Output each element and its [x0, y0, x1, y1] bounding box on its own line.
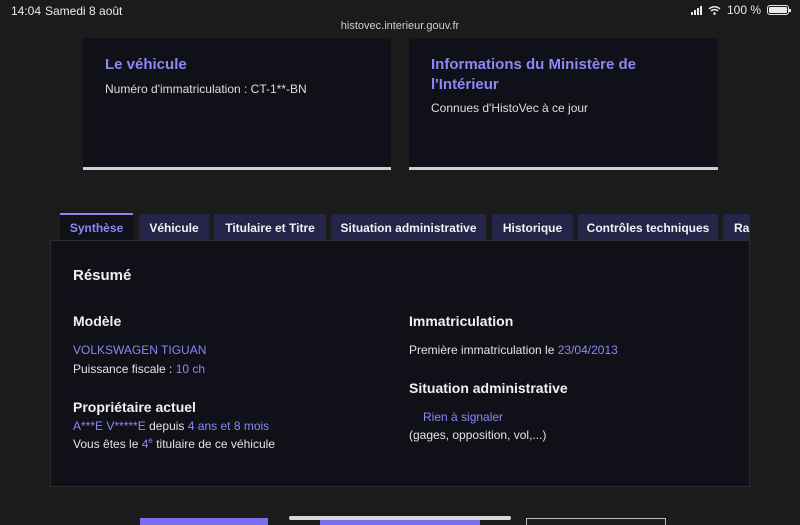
tab-titulaire-titre[interactable]: Titulaire et Titre — [214, 214, 326, 241]
cellular-signal-icon — [690, 5, 702, 15]
vehicle-card-plate: Numéro d'immatriculation : CT-1**-BN — [105, 82, 307, 96]
wifi-icon — [708, 6, 721, 15]
owner-rank-prefix: Vous êtes le — [73, 437, 139, 451]
owner-heading: Propriétaire actuel — [73, 399, 196, 415]
owner-rank-suffix: titulaire de ce véhicule — [156, 437, 275, 451]
tab-historique[interactable]: Historique — [492, 214, 573, 241]
tab-situation-administrative[interactable]: Situation administrative — [331, 214, 486, 241]
vehicle-card: Le véhicule Numéro d'immatriculation : C… — [83, 38, 391, 170]
home-indicator[interactable] — [289, 516, 511, 520]
admin-detail: (gages, opposition, vol,...) — [409, 428, 547, 442]
tab-controles-techniques[interactable]: Contrôles techniques — [578, 214, 718, 241]
battery-percent: 100 % — [726, 3, 761, 17]
vehicle-card-title: Le véhicule — [105, 56, 187, 73]
battery-icon — [767, 5, 791, 15]
first-registration: Première immatriculation le 23/04/2013 — [409, 343, 618, 357]
tab-rapport[interactable]: Rapport — [723, 214, 750, 241]
owner-name: A***E V*****E — [73, 419, 146, 433]
summary-title: Résumé — [73, 267, 132, 284]
owner-since-label: depuis — [149, 419, 185, 433]
owner-since-value: 4 ans et 8 mois — [187, 419, 270, 433]
fiscal-power-label: Puissance fiscale : — [73, 362, 173, 376]
first-registration-label: Première immatriculation le — [409, 343, 555, 357]
admin-status[interactable]: Rien à signaler — [423, 410, 503, 424]
model-name: VOLKSWAGEN TIGUAN — [73, 343, 207, 357]
status-bar: 14:04 Samedi 8 août 100 % — [0, 0, 800, 20]
fiscal-power-value: 10 ch — [175, 362, 206, 376]
owner-rank-value: 4e — [141, 436, 153, 451]
ministry-card-text: Connues d'HistoVec à ce jour — [431, 101, 589, 115]
action-button-3[interactable] — [526, 518, 666, 525]
owner-rank: Vous êtes le 4e titulaire de ce véhicule — [73, 436, 275, 451]
ministry-card-title: Informations du Ministère de l'Intérieur — [431, 56, 637, 93]
first-registration-date: 23/04/2013 — [557, 343, 618, 357]
action-button-1[interactable] — [140, 518, 268, 525]
summary-panel: Résumé Modèle VOLKSWAGEN TIGUAN Puissanc… — [50, 240, 750, 487]
tab-synthese[interactable]: Synthèse — [60, 213, 133, 241]
owner-line: A***E V*****E depuis 4 ans et 8 mois — [73, 419, 269, 433]
registration-heading: Immatriculation — [409, 313, 514, 329]
ministry-card: Informations du Ministère de l'Intérieur… — [409, 38, 718, 170]
status-right: 100 % — [690, 3, 791, 17]
fiscal-power: Puissance fiscale : 10 ch — [73, 362, 205, 376]
tab-vehicule[interactable]: Véhicule — [139, 214, 209, 241]
status-date: Samedi 8 août — [45, 4, 123, 18]
url-bar[interactable]: histovec.interieur.gouv.fr — [0, 20, 800, 38]
status-time: 14:04 — [11, 4, 42, 18]
tab-bar: Synthèse Véhicule Titulaire et Titre Sit… — [60, 213, 750, 241]
admin-heading: Situation administrative — [409, 380, 568, 396]
model-heading: Modèle — [73, 313, 122, 329]
